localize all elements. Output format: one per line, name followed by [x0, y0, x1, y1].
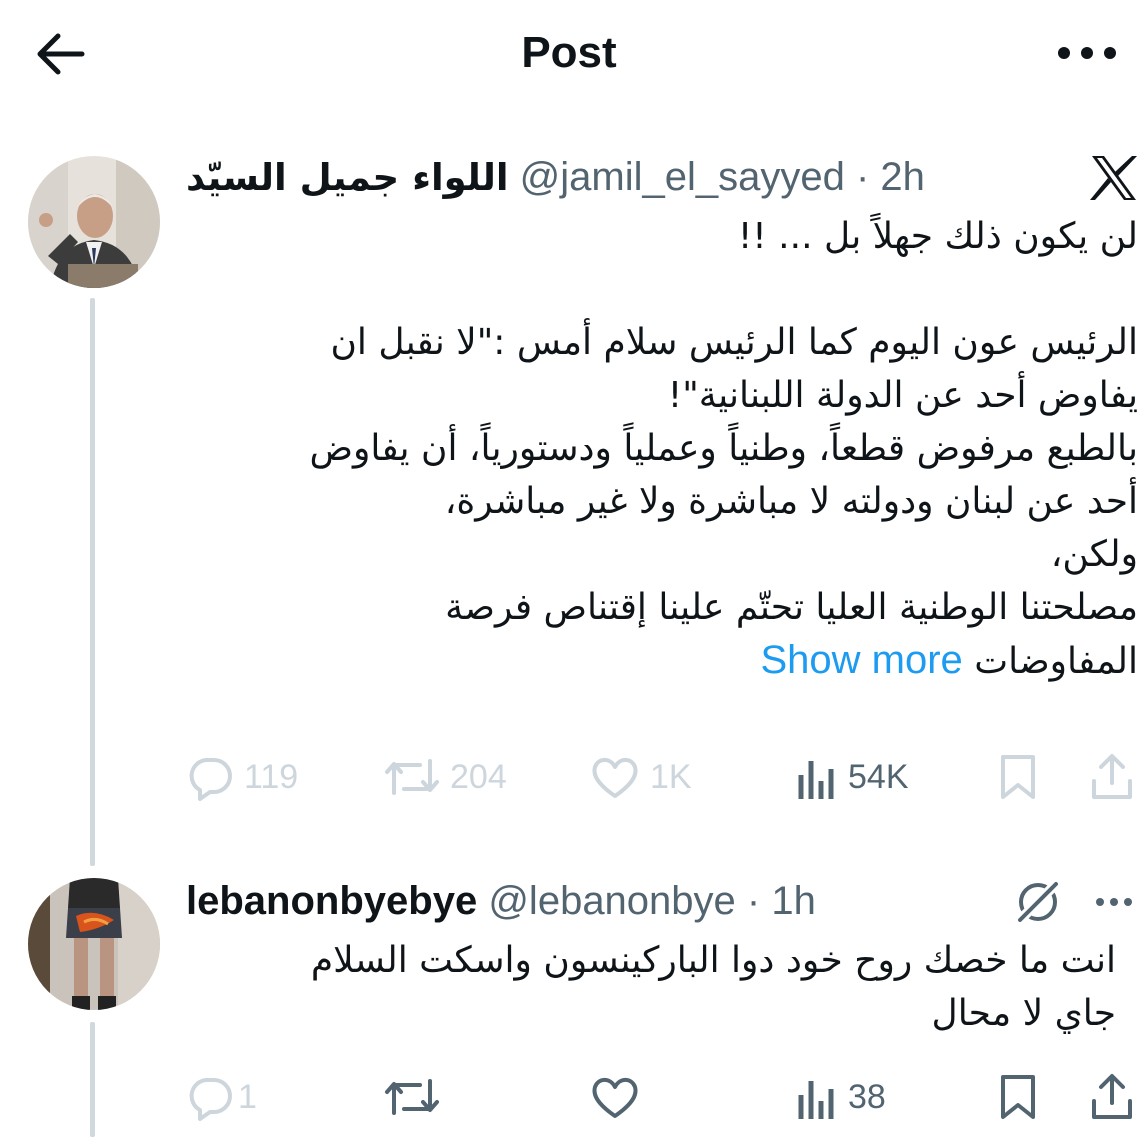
- handle[interactable]: @lebanonbye: [488, 879, 735, 923]
- reply-button[interactable]: 119: [186, 752, 298, 802]
- reply-count: 119: [244, 757, 299, 796]
- share-button[interactable]: [1090, 752, 1134, 802]
- top-bar: Post: [0, 0, 1138, 110]
- bookmark-button[interactable]: [998, 752, 1038, 802]
- repost-icon: [385, 1079, 439, 1115]
- reply-author-line: lebanonbyebye @lebanonbye · 1h: [186, 876, 816, 926]
- post-text-line: مصلحتنا الوطنية العليا تحتّم علينا إقتنا…: [445, 587, 1138, 628]
- repost-button[interactable]: 204: [384, 752, 507, 802]
- views-count: 38: [848, 1077, 886, 1116]
- thread-line: [90, 298, 95, 866]
- reply-more-button[interactable]: [1094, 890, 1138, 914]
- share-icon: [1092, 1074, 1132, 1119]
- like-count: 1K: [650, 757, 692, 796]
- more-horizontal-icon: [1096, 898, 1132, 906]
- like-button[interactable]: [590, 1072, 640, 1122]
- post-text-line: لن يكون ذلك جهلاً بل ... !!: [737, 216, 1138, 257]
- reply-count: 1: [238, 1077, 257, 1116]
- bookmark-button[interactable]: [998, 1072, 1038, 1122]
- like-button[interactable]: 1K: [590, 752, 692, 802]
- post-text-line: أحد عن لبنان ودولته لا مباشرة ولا غير مب…: [444, 481, 1138, 522]
- repost-icon: [385, 759, 439, 795]
- display-name[interactable]: اللواء جميل السيّد: [186, 156, 509, 199]
- heart-icon: [592, 1077, 638, 1118]
- views-button[interactable]: 38: [796, 1072, 886, 1122]
- post-text: لن يكون ذلك جهلاً بل ... !! الرئيس عون ا…: [178, 210, 1138, 687]
- reply-button[interactable]: 1: [186, 1072, 257, 1122]
- handle[interactable]: @jamil_el_sayyed: [520, 155, 845, 199]
- post-text-line: المفاوضات: [974, 641, 1138, 682]
- reply-icon: [189, 758, 232, 801]
- share-button[interactable]: [1090, 1072, 1134, 1122]
- bookmark-icon: [1001, 1075, 1035, 1119]
- more-options-button[interactable]: [1052, 30, 1122, 76]
- analytics-icon: [798, 1081, 834, 1119]
- repost-count: 204: [450, 757, 507, 796]
- post-text-line: ولكن،: [1050, 534, 1138, 575]
- views-button[interactable]: 54K: [796, 752, 909, 802]
- post-text-line: الرئيس عون اليوم كما الرئيس سلام أمس :"ل…: [330, 322, 1138, 363]
- share-icon: [1092, 754, 1132, 799]
- reply-text-line: جاي لا محال: [931, 993, 1116, 1034]
- avatar[interactable]: [28, 156, 160, 288]
- x-logo-icon: [1088, 154, 1138, 202]
- page-title: Post: [521, 28, 617, 77]
- show-more-link[interactable]: Show more: [760, 638, 962, 682]
- reply-icon: [189, 1078, 232, 1121]
- post-text-line: بالطبع مرفوض قطعاً، وطنياً وعملياً ودستو…: [309, 428, 1138, 469]
- reply-text-line: انت ما خصك روح خود دوا الباركينسون واسكت…: [310, 940, 1116, 981]
- analytics-icon: [798, 761, 834, 799]
- more-horizontal-icon: [1058, 47, 1116, 59]
- views-count: 54K: [848, 757, 909, 796]
- post-text-line: [178, 263, 1138, 316]
- post-text-line: يفاوض أحد عن الدولة اللبنانية"!: [667, 375, 1138, 416]
- post-text-last-line: المفاوضات Show more: [178, 634, 1138, 687]
- display-name[interactable]: lebanonbyebye: [186, 879, 477, 923]
- heart-icon: [592, 757, 638, 798]
- separator-dot: ·: [844, 155, 881, 199]
- grok-icon: [1014, 878, 1062, 926]
- timestamp[interactable]: 1h: [771, 879, 816, 923]
- reply-text: انت ما خصك روح خود دوا الباركينسون واسكت…: [176, 934, 1116, 1040]
- thread-line: [90, 1022, 95, 1137]
- grok-button[interactable]: [1012, 876, 1064, 928]
- avatar[interactable]: [28, 878, 160, 1010]
- repost-button[interactable]: [384, 1072, 440, 1122]
- separator-dot: ·: [735, 879, 772, 923]
- bookmark-icon: [1001, 755, 1035, 799]
- post-author-line: اللواء جميل السيّد @jamil_el_sayyed · 2h: [186, 152, 925, 202]
- timestamp[interactable]: 2h: [880, 155, 925, 199]
